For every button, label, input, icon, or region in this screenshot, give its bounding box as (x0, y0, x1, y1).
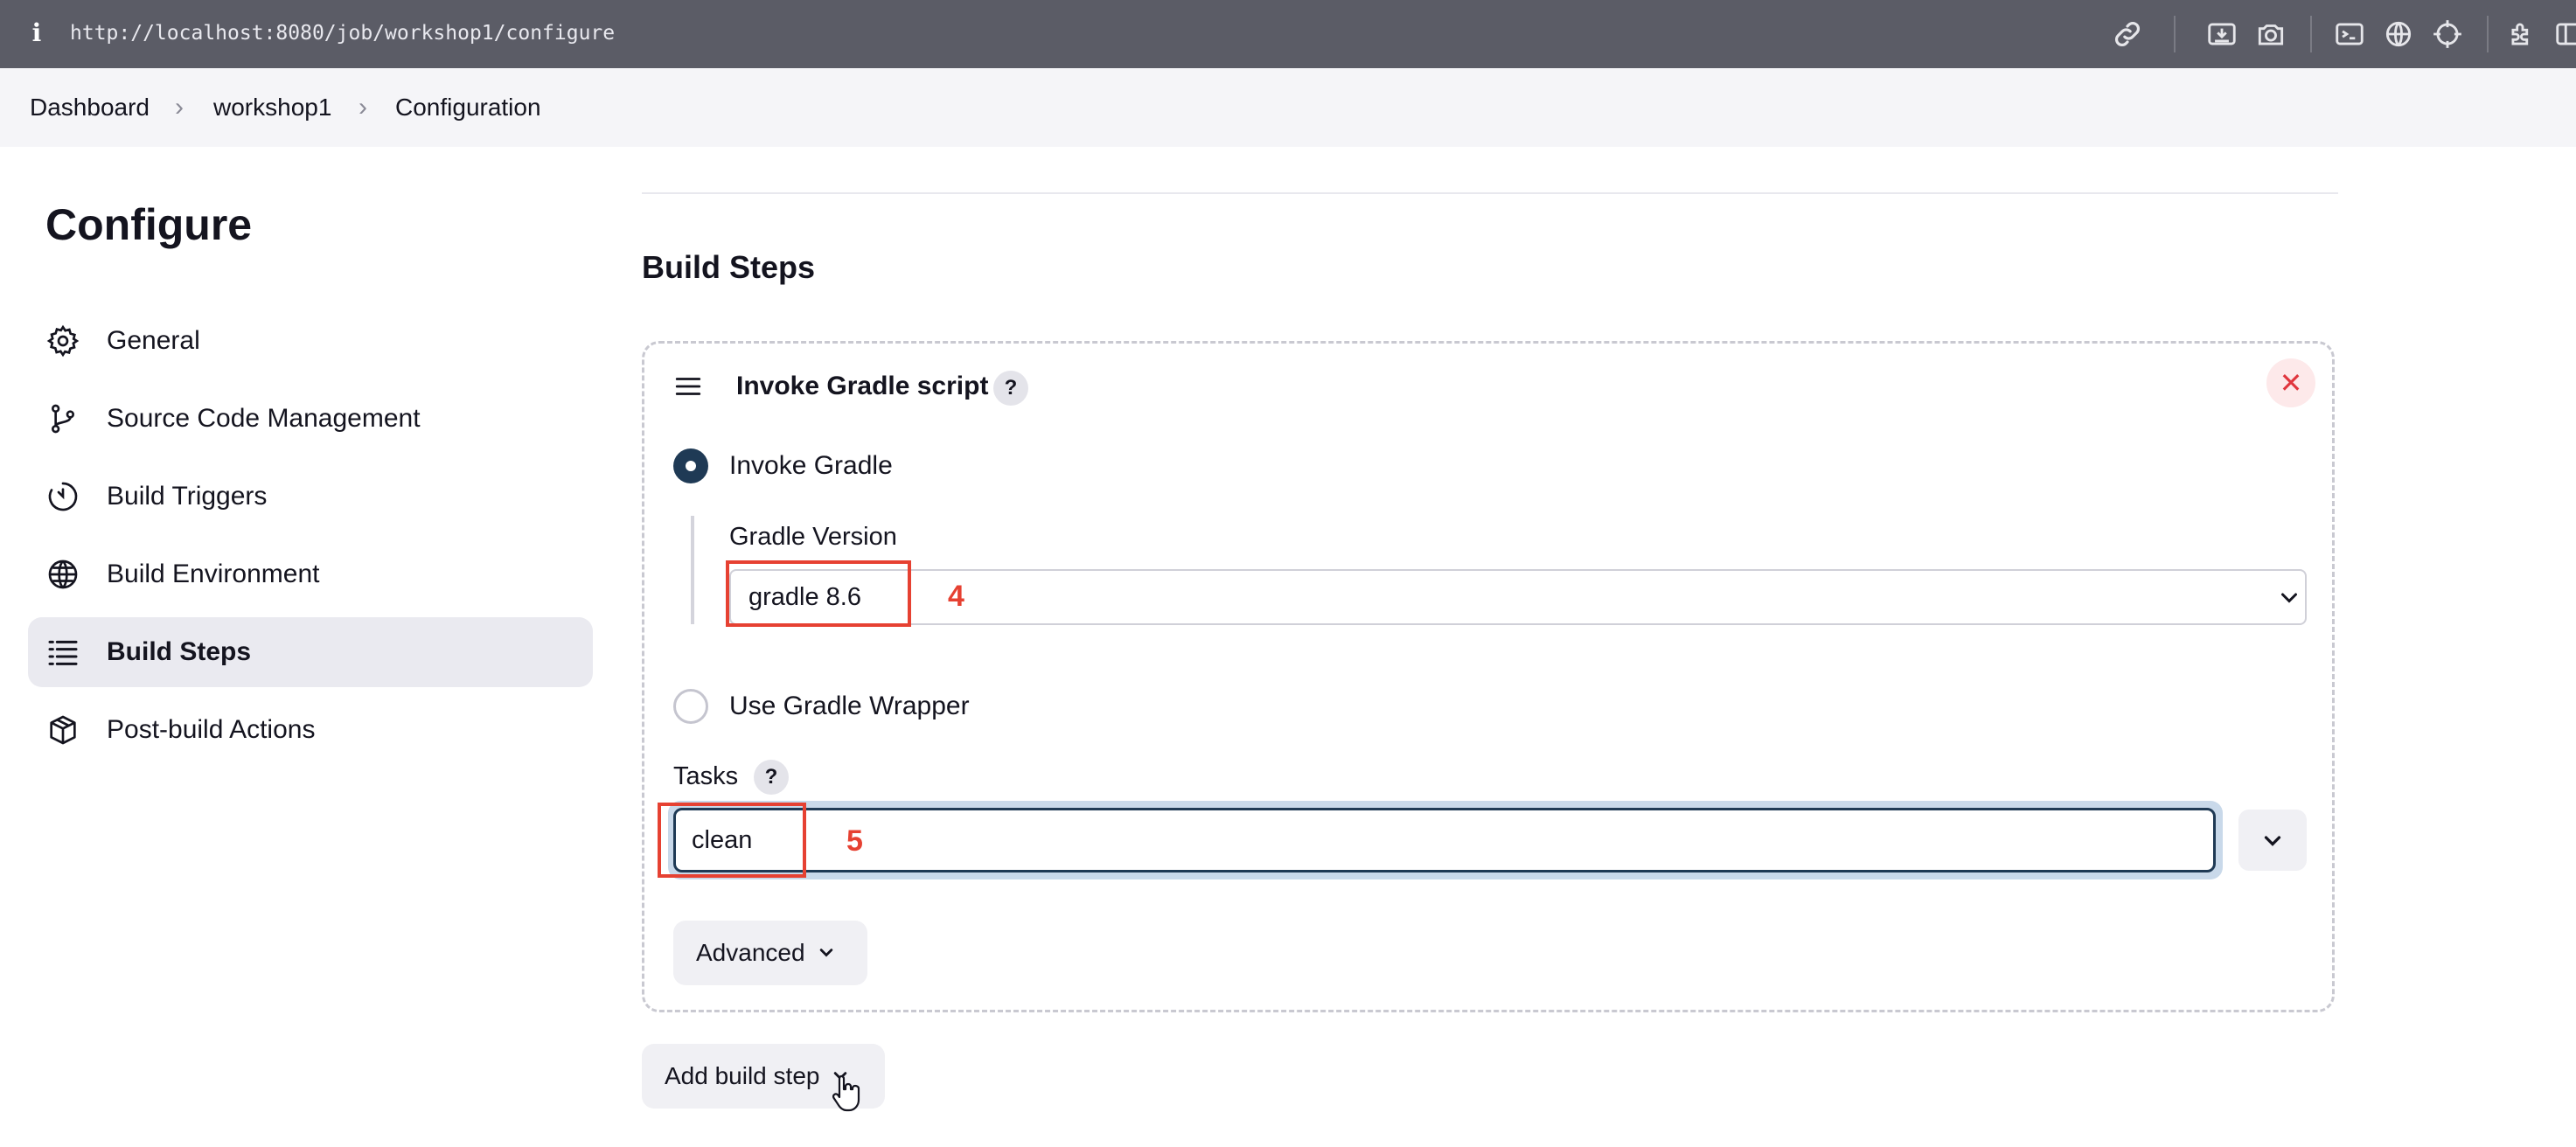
expand-textarea-button[interactable] (2238, 810, 2307, 871)
step-title: Invoke Gradle script (736, 372, 989, 400)
advanced-label: Advanced (696, 939, 805, 966)
chevron-down-icon (2264, 836, 2281, 846)
sidebar-item-build-environment[interactable]: Build Environment (28, 539, 593, 609)
sidebar-item-label: Build Environment (107, 560, 320, 588)
page-title: Configure (45, 200, 253, 249)
camera-icon[interactable] (2254, 17, 2287, 51)
toolbar-divider (2487, 16, 2489, 52)
annotation-number: 4 (948, 580, 964, 613)
help-icon[interactable]: ? (754, 760, 789, 795)
help-icon[interactable]: ? (993, 371, 1028, 406)
build-step-card (642, 341, 2335, 1012)
breadcrumb-configuration[interactable]: Configuration (395, 68, 541, 147)
gradle-version-label: Gradle Version (729, 523, 897, 551)
tasks-input[interactable] (673, 808, 2216, 872)
section-title: Build Steps (642, 249, 816, 285)
tasks-label: Tasks (673, 762, 739, 790)
terminal-icon[interactable] (2333, 17, 2366, 51)
crosshair-icon[interactable] (2431, 17, 2464, 51)
address-bar[interactable]: http://localhost:8080/job/workshop1/conf… (70, 16, 615, 51)
sidebar-item-post-build-actions[interactable]: Post-build Actions (28, 695, 593, 765)
add-build-step-label: Add build step (665, 1062, 820, 1089)
drag-handle-icon[interactable] (673, 372, 703, 401)
extensions-icon[interactable] (2506, 17, 2539, 51)
chevron-down-icon (2273, 581, 2305, 613)
sidebar-item-label: Post-build Actions (107, 715, 316, 744)
timer-icon (45, 479, 80, 514)
annotation-number: 5 (846, 824, 863, 858)
info-icon[interactable]: i (28, 16, 45, 51)
use-gradle-wrapper-radio[interactable] (673, 689, 708, 724)
link-icon[interactable] (2111, 17, 2144, 51)
annotation-box (726, 560, 911, 627)
toolbar-divider (2310, 16, 2312, 52)
sidebar-item-label: Build Triggers (107, 482, 268, 511)
chevron-right-icon: › (359, 93, 367, 122)
package-icon (45, 713, 80, 747)
sidebar-item-source-code-management[interactable]: Source Code Management (28, 384, 593, 454)
sidebar-item-label: General (107, 326, 200, 355)
sidebar-item-general[interactable]: General (28, 306, 593, 376)
annotation-box (658, 803, 806, 878)
invoke-gradle-radio[interactable] (673, 448, 708, 483)
branch-icon (45, 401, 80, 436)
advanced-button[interactable]: Advanced (673, 921, 867, 985)
sidebar-item-label: Build Steps (107, 637, 252, 666)
toolbar-divider (2174, 16, 2176, 52)
sidebar-item-build-steps[interactable]: Build Steps (28, 617, 593, 687)
sidebar-icon[interactable] (2553, 17, 2576, 51)
sidebar-item-build-triggers[interactable]: Build Triggers (28, 462, 593, 532)
chevron-down-icon (819, 948, 832, 957)
invoke-gradle-label: Invoke Gradle (729, 451, 893, 480)
nested-options-rule (691, 516, 694, 624)
globe-icon (45, 557, 80, 592)
breadcrumb-job[interactable]: workshop1 (213, 68, 331, 147)
globe-icon[interactable] (2382, 17, 2415, 51)
close-icon[interactable]: ✕ (2266, 358, 2315, 407)
screenshot-icon[interactable] (2205, 17, 2238, 51)
hand-cursor-icon (831, 1074, 862, 1112)
breadcrumb-dashboard[interactable]: Dashboard (30, 68, 150, 147)
chevron-right-icon: › (175, 93, 184, 122)
use-gradle-wrapper-label: Use Gradle Wrapper (729, 692, 970, 720)
breadcrumb: Dashboard › workshop1 › Configuration (0, 68, 2576, 147)
gear-icon (45, 323, 80, 358)
gradle-version-select[interactable] (729, 569, 2307, 625)
list-icon (45, 635, 80, 670)
sidebar-item-label: Source Code Management (107, 404, 421, 433)
section-divider (642, 192, 2338, 194)
